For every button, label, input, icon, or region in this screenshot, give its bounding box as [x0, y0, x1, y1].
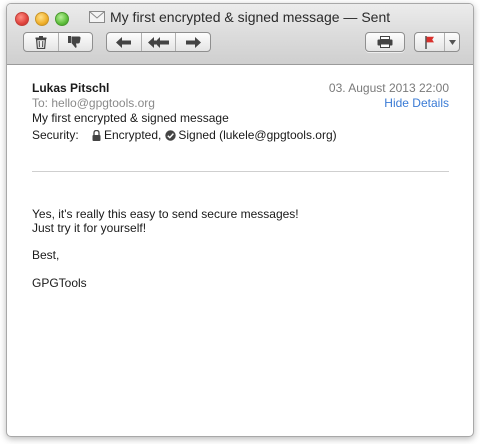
chevron-down-icon — [448, 39, 456, 45]
reply-group — [106, 32, 211, 52]
lock-icon — [92, 129, 101, 141]
security-label: Security: — [32, 128, 79, 142]
signed-seal-icon — [165, 129, 177, 141]
junk-button[interactable] — [59, 33, 93, 51]
title-toolbar-area: My first encrypted & signed message — Se… — [7, 4, 473, 65]
mail-window: My first encrypted & signed message — Se… — [6, 3, 474, 437]
trash-icon — [35, 35, 47, 49]
reply-button[interactable] — [107, 33, 142, 51]
envelope-icon — [89, 11, 105, 23]
delete-junk-group — [23, 32, 93, 52]
message-date: 03. August 2013 22:00 — [328, 81, 449, 95]
body-signature: GPGTools — [32, 276, 87, 290]
minimize-window-button[interactable] — [35, 12, 49, 26]
forward-arrow-icon — [186, 36, 202, 48]
flag-button[interactable] — [415, 33, 446, 51]
printer-icon — [377, 36, 393, 48]
security-line: Security: Encrypted, Signed (lukele@gpgt… — [32, 128, 337, 142]
signed-status[interactable]: Signed (lukele@gpgtools.org) — [178, 128, 336, 142]
print-button[interactable] — [365, 32, 405, 52]
zoom-window-button[interactable] — [55, 12, 69, 26]
recipient-line: To: hello@gpgtools.org — [32, 96, 155, 110]
encrypted-status: Encrypted, — [104, 128, 162, 142]
flag-dropdown[interactable] — [445, 33, 459, 51]
to-address[interactable]: hello@gpgtools.org — [51, 96, 155, 110]
message-view: Lukas Pitschl 03. August 2013 22:00 To: … — [7, 65, 473, 436]
header-divider — [32, 171, 449, 172]
hide-details-link[interactable]: Hide Details — [384, 96, 449, 110]
reply-all-button[interactable] — [142, 33, 177, 51]
to-label: To: — [32, 96, 49, 110]
delete-button[interactable] — [24, 33, 59, 51]
window-title: My first encrypted & signed message — Se… — [89, 8, 390, 26]
body-line: Best, — [32, 248, 60, 262]
sender-name: Lukas Pitschl — [32, 81, 110, 95]
body-line: Yes, it's really this easy to send secur… — [32, 207, 299, 221]
reply-arrow-icon — [115, 36, 131, 48]
close-window-button[interactable] — [15, 12, 29, 26]
window-title-text: My first encrypted & signed message — Se… — [110, 9, 391, 25]
body-line: Just try it for yourself! — [32, 221, 147, 235]
forward-button[interactable] — [176, 33, 210, 51]
flag-menu-button[interactable] — [414, 32, 460, 52]
thumbs-down-icon — [68, 36, 81, 48]
flag-icon — [424, 35, 434, 49]
message-subject: My first encrypted & signed message — [32, 111, 229, 125]
reply-all-arrow-icon — [147, 36, 169, 48]
